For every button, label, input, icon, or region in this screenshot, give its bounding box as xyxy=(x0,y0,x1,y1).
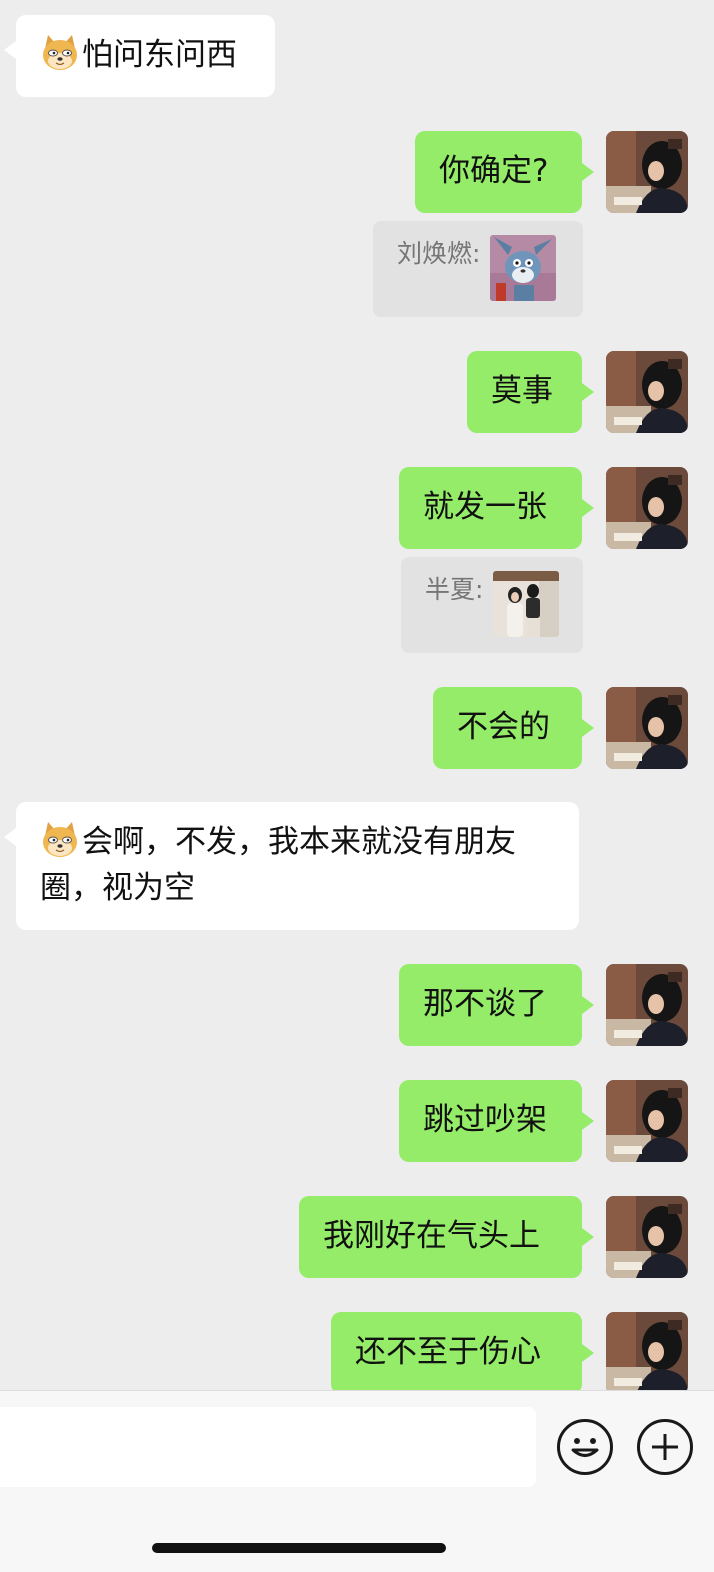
user-avatar[interactable] xyxy=(606,964,688,1046)
outgoing-message-bubble[interactable]: 不会的 xyxy=(433,687,594,769)
outgoing-message-bubble[interactable]: 我刚好在气头上 xyxy=(299,1196,594,1278)
quoted-reply[interactable]: 刘焕燃: xyxy=(373,221,583,317)
doge-emoji-icon xyxy=(40,819,80,859)
user-avatar[interactable] xyxy=(606,1312,688,1390)
outgoing-message-bubble[interactable]: 莫事 xyxy=(467,351,594,433)
outgoing-message-bubble[interactable]: 跳过吵架 xyxy=(399,1080,594,1162)
plus-circle-icon xyxy=(652,1434,678,1460)
doge-emoji-icon xyxy=(40,32,80,72)
user-avatar[interactable] xyxy=(606,467,688,549)
message-text: 不会的 xyxy=(457,709,550,745)
user-avatar[interactable] xyxy=(606,687,688,769)
message-text: 莫事 xyxy=(491,373,553,409)
user-avatar[interactable] xyxy=(606,351,688,433)
message-text: 那不谈了 xyxy=(423,986,547,1022)
smiley-face-icon xyxy=(571,1438,599,1457)
incoming-message-bubble[interactable]: 会啊，不发，我本来就没有朋友圈，视为空 xyxy=(4,802,579,930)
message-text: 就发一张 xyxy=(423,489,547,525)
user-avatar[interactable] xyxy=(606,1080,688,1162)
user-avatar[interactable] xyxy=(606,1196,688,1278)
outgoing-message-bubble[interactable]: 就发一张 xyxy=(399,467,594,549)
emoji-button[interactable] xyxy=(557,1419,613,1475)
quoted-reply[interactable]: 半夏: xyxy=(401,557,583,653)
message-text: 你确定? xyxy=(439,153,549,189)
input-bar xyxy=(0,1390,714,1572)
incoming-message-bubble[interactable]: 怕问东问西 xyxy=(4,15,275,97)
quoted-sender-name: 刘焕燃: xyxy=(397,239,481,268)
plus-button[interactable] xyxy=(637,1419,693,1475)
outgoing-message-bubble[interactable]: 还不至于伤心 xyxy=(331,1312,594,1390)
message-text: 怕问东问西 xyxy=(82,37,237,73)
outgoing-message-bubble[interactable]: 那不谈了 xyxy=(399,964,594,1046)
message-text: 跳过吵架 xyxy=(423,1102,547,1138)
quoted-image-thumbnail[interactable] xyxy=(490,235,556,301)
quoted-image-thumbnail[interactable] xyxy=(493,571,559,637)
message-input[interactable] xyxy=(0,1407,536,1487)
message-text: 会啊，不发，我本来就没有朋友圈，视为空 xyxy=(40,824,516,906)
quoted-sender-name: 半夏: xyxy=(425,575,484,604)
home-indicator[interactable] xyxy=(152,1543,446,1553)
message-text: 还不至于伤心 xyxy=(355,1334,541,1370)
message-text: 我刚好在气头上 xyxy=(323,1218,540,1254)
outgoing-message-bubble[interactable]: 你确定? xyxy=(415,131,594,213)
chat-area[interactable]: 怕问东问西 你确定? 刘焕燃: 莫事 就发一张 半夏: 不会的 会啊，不发，我本… xyxy=(0,0,714,1390)
user-avatar[interactable] xyxy=(606,131,688,213)
